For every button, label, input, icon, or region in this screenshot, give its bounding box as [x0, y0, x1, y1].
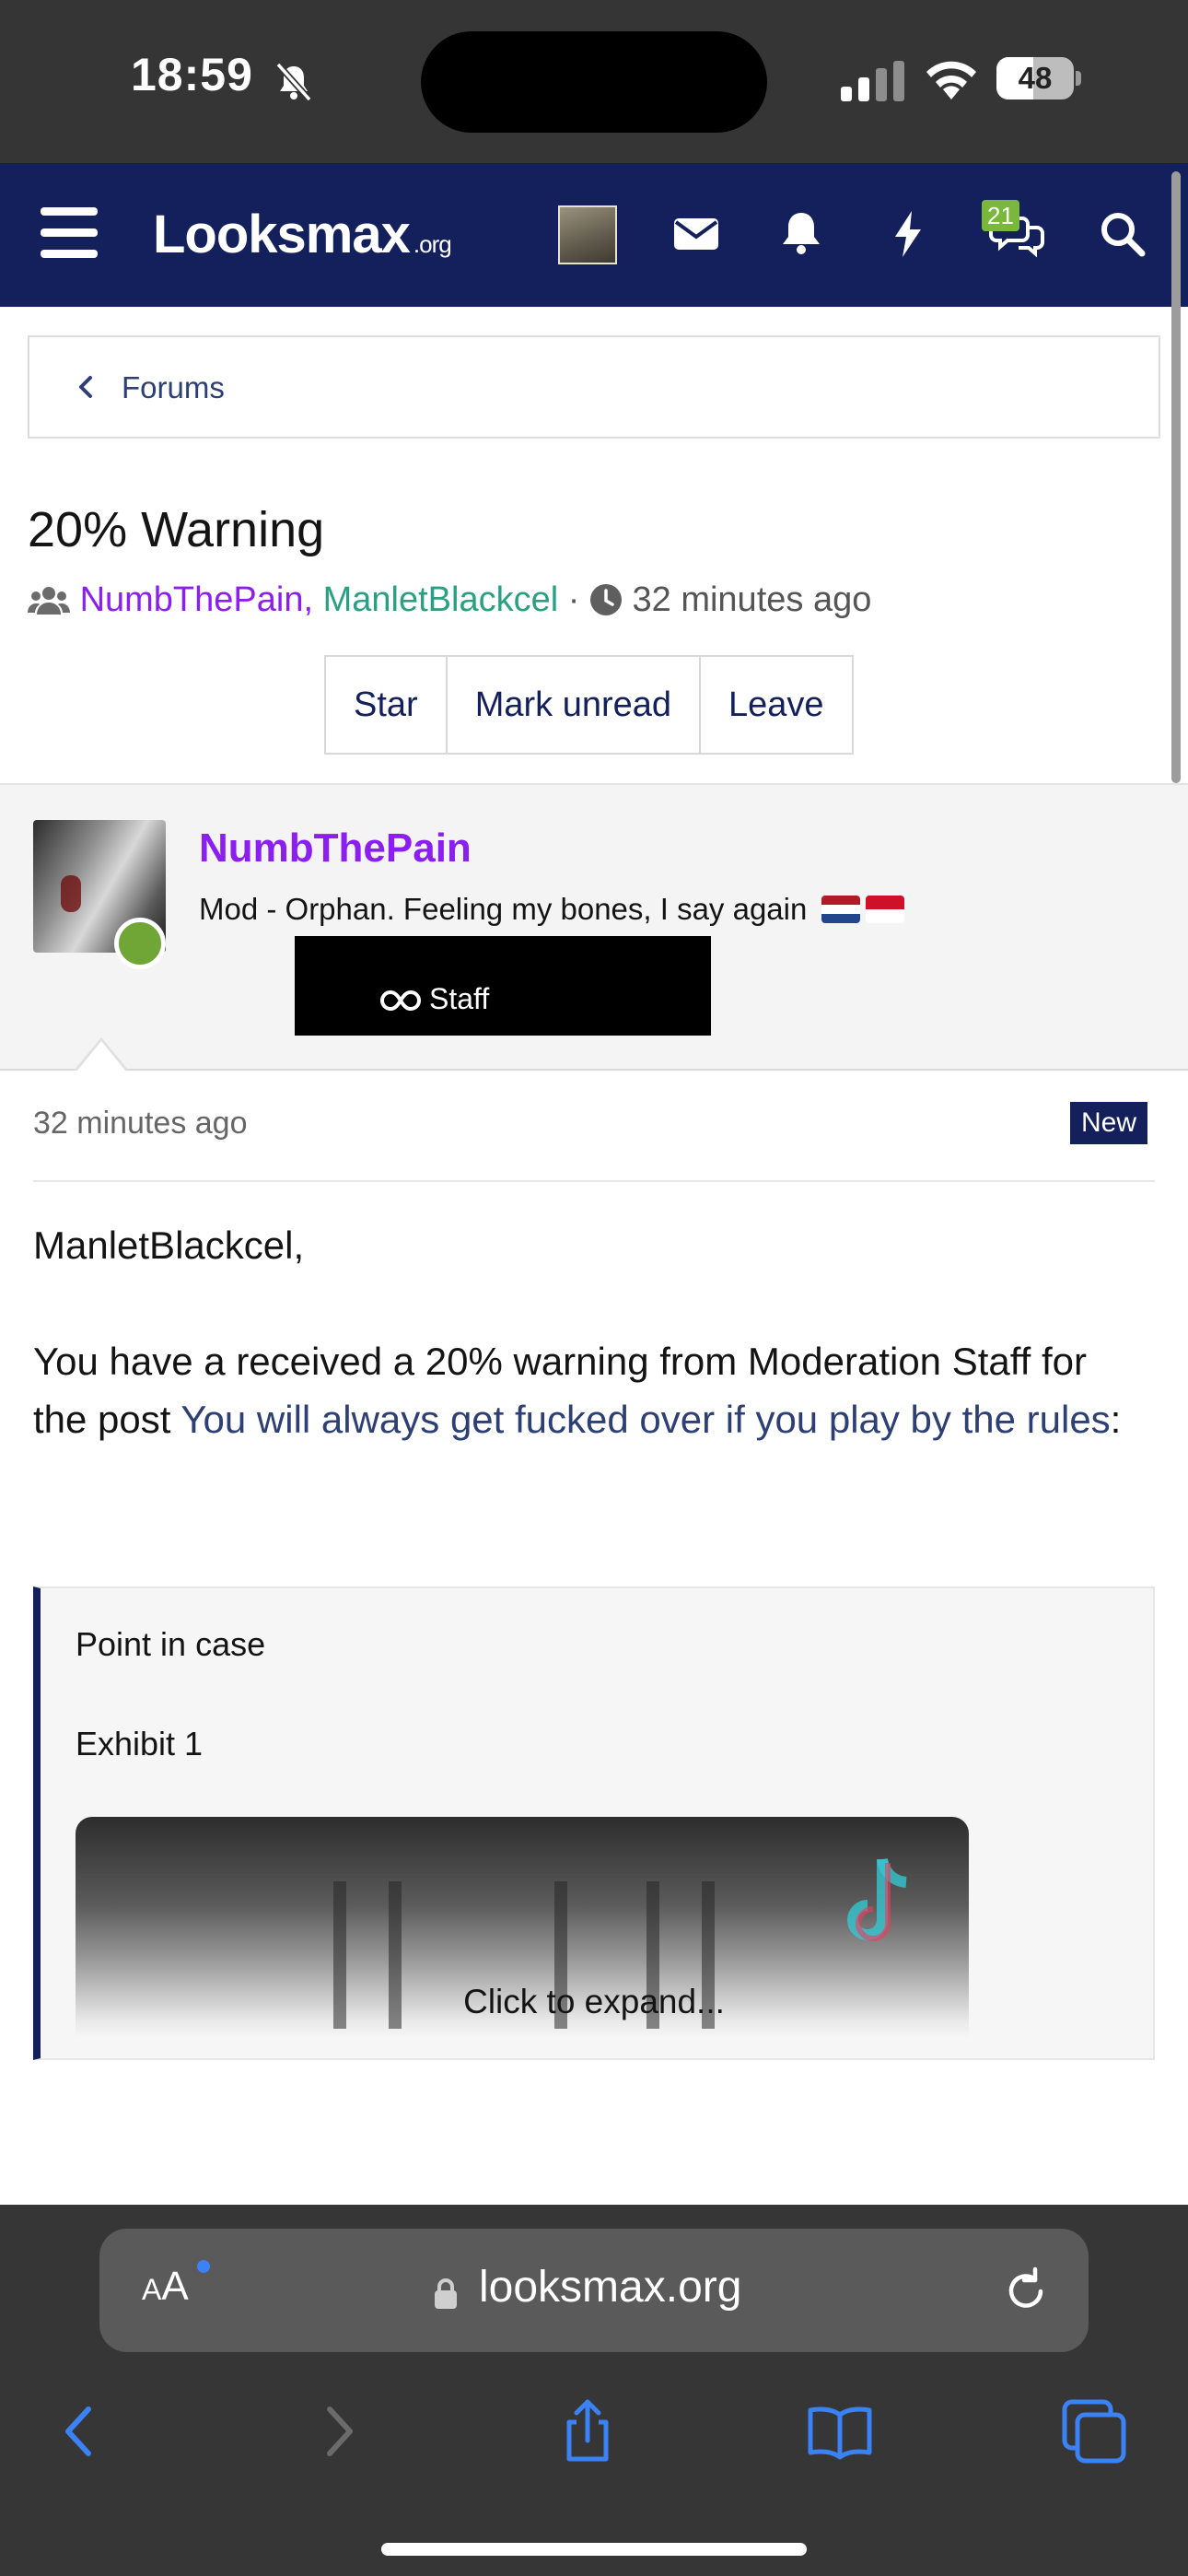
- wifi-icon: [926, 61, 976, 100]
- quote-block: Point in case Exhibit 1 Click to expand.…: [33, 1587, 1155, 2060]
- infinity-icon: [380, 989, 421, 1012]
- divider: [33, 1180, 1155, 1182]
- bell-icon[interactable]: [774, 205, 829, 261]
- status-time: 18:59: [131, 49, 253, 100]
- signal-icon: [841, 61, 904, 101]
- post-link[interactable]: You will always get fucked over if you p…: [181, 1398, 1110, 1441]
- clock-icon: [589, 584, 622, 615]
- user-avatar[interactable]: [558, 205, 617, 264]
- conversations-badge: 21: [982, 200, 1019, 231]
- address-bar[interactable]: AA looksmax.org: [99, 2229, 1089, 2352]
- status-bar: 18:59 48: [0, 0, 1188, 163]
- participant-link-numbthepain[interactable]: NumbThePain: [80, 580, 304, 619]
- participant-link-manletblackcel[interactable]: ManletBlackcel: [323, 580, 559, 619]
- post-greeting: ManletBlackcel,: [33, 1224, 305, 1267]
- bookmarks-icon[interactable]: [805, 2396, 875, 2466]
- home-indicator[interactable]: [381, 2543, 807, 2556]
- post-author-header: NumbThePain Mod - Orphan. Feeling my bon…: [0, 783, 1188, 1071]
- indonesia-flag-icon: [865, 896, 904, 923]
- battery-indicator: 48: [996, 57, 1081, 100]
- page-title: 20% Warning: [28, 502, 325, 557]
- online-status-indicator: [114, 918, 166, 969]
- tiktok-icon: [847, 1857, 907, 1941]
- chevron-left-icon: [79, 376, 92, 398]
- back-icon[interactable]: [46, 2396, 116, 2466]
- leave-button[interactable]: Leave: [701, 657, 852, 753]
- quote-line-2: Exhibit 1: [76, 1725, 204, 1762]
- reader-settings-button[interactable]: AA: [142, 2264, 189, 2310]
- staff-badge: Staff: [295, 936, 711, 1036]
- notification-dot: [197, 2260, 210, 2273]
- breadcrumb[interactable]: Forums: [28, 335, 1160, 439]
- dynamic-island: [421, 31, 767, 133]
- quote-line-1: Point in case: [76, 1625, 266, 1663]
- site-logo[interactable]: Looksmax .org: [153, 204, 452, 265]
- netherlands-flag-icon: [821, 896, 860, 923]
- search-icon[interactable]: [1094, 205, 1149, 261]
- author-name[interactable]: NumbThePain: [199, 825, 472, 872]
- tabs-icon[interactable]: [1059, 2396, 1129, 2466]
- url-text[interactable]: looksmax.org: [479, 2262, 741, 2313]
- mail-icon[interactable]: [669, 205, 724, 261]
- post-body: You have a received a 20% warning from M…: [33, 1340, 1122, 1441]
- safari-toolbar: AA looksmax.org: [0, 2205, 1188, 2576]
- star-button[interactable]: Star: [326, 657, 448, 753]
- menu-icon[interactable]: [41, 207, 98, 259]
- forward-icon: [327, 2406, 353, 2456]
- reload-icon[interactable]: [1000, 2264, 1052, 2315]
- new-badge: New: [1070, 1102, 1148, 1144]
- site-navbar: Looksmax .org 21: [0, 163, 1188, 307]
- author-title: Mod - Orphan. Feeling my bones, I say ag…: [199, 892, 904, 927]
- users-icon: [28, 587, 70, 615]
- page-scrollbar[interactable]: [1171, 171, 1181, 783]
- post-time[interactable]: 32 minutes ago: [33, 1106, 248, 1142]
- mark-unread-button[interactable]: Mark unread: [447, 657, 702, 753]
- thread-meta: NumbThePain, ManletBlackcel · 32 minutes…: [28, 580, 871, 620]
- click-to-expand[interactable]: Click to expand...: [41, 1983, 1147, 2021]
- thread-time: 32 minutes ago: [632, 580, 872, 619]
- breadcrumb-forums-link[interactable]: Forums: [122, 370, 225, 405]
- share-icon[interactable]: [553, 2396, 623, 2466]
- thread-actions: Star Mark unread Leave: [324, 655, 854, 755]
- lock-icon: [435, 2278, 457, 2309]
- battery-percent: 48: [1018, 61, 1053, 95]
- silent-bell-icon: [275, 62, 312, 102]
- lightning-icon[interactable]: [880, 205, 936, 261]
